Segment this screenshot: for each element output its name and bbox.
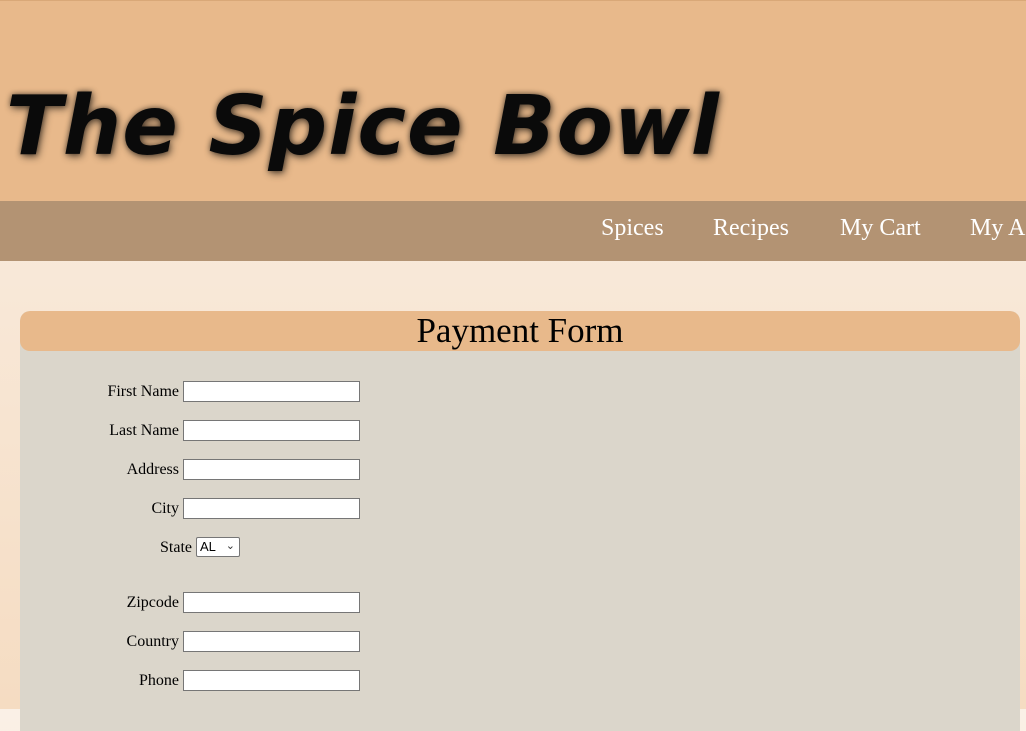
phone-input[interactable] — [183, 670, 360, 691]
form-title: Payment Form — [20, 311, 1020, 351]
phone-label: Phone — [139, 672, 179, 689]
address-input[interactable] — [183, 459, 360, 480]
last-name-label: Last Name — [109, 422, 179, 439]
city-label: City — [151, 500, 179, 517]
first-name-label: First Name — [107, 383, 179, 400]
site-logo[interactable]: The Spice Bowl — [6, 79, 720, 174]
nav-item-my-cart[interactable]: My Cart — [840, 215, 921, 242]
state-select[interactable]: AL ⌄ — [196, 537, 240, 557]
country-label: Country — [126, 633, 179, 650]
nav-item-spices[interactable]: Spices — [601, 215, 664, 242]
city-input[interactable] — [183, 498, 360, 519]
nav-item-my-account[interactable]: My A — [970, 215, 1025, 242]
chevron-down-icon: ⌄ — [225, 540, 235, 552]
city-row: City — [20, 498, 420, 520]
nav-item-recipes[interactable]: Recipes — [713, 215, 789, 242]
zipcode-row: Zipcode — [20, 592, 420, 614]
first-name-row: First Name — [20, 381, 420, 403]
main-nav: Spices Recipes My Cart My A — [0, 201, 1026, 261]
state-selected-value: AL — [200, 539, 216, 554]
address-label: Address — [126, 461, 179, 478]
zipcode-input[interactable] — [183, 592, 360, 613]
zipcode-label: Zipcode — [126, 594, 179, 611]
address-row: Address — [20, 459, 420, 481]
payment-form-panel: Payment Form First Name Last Name Addres… — [20, 311, 1020, 731]
phone-row: Phone — [20, 670, 420, 692]
country-row: Country — [20, 631, 420, 653]
state-label: State — [160, 539, 192, 556]
first-name-input[interactable] — [183, 381, 360, 402]
last-name-row: Last Name — [20, 420, 420, 442]
country-input[interactable] — [183, 631, 360, 652]
state-row: State AL ⌄ — [20, 537, 420, 559]
last-name-input[interactable] — [183, 420, 360, 441]
site-banner: The Spice Bowl — [0, 0, 1026, 201]
